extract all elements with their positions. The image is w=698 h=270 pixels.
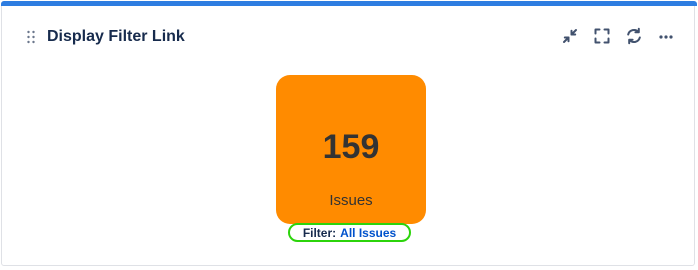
refresh-icon — [625, 27, 643, 45]
gadget-panel: Display Filter Link 159 Issues Filter: A… — [1, 1, 697, 266]
filter-link[interactable]: All Issues — [340, 226, 396, 240]
more-icon — [657, 27, 675, 45]
gadget-accent-bar — [1, 1, 697, 6]
gadget-actions — [560, 26, 676, 46]
issue-count-label: Issues — [329, 192, 373, 209]
filter-prefix: Filter: — [302, 225, 337, 240]
issue-count-tile[interactable]: 159 Issues — [276, 75, 426, 224]
fullscreen-icon — [593, 27, 611, 45]
fullscreen-button[interactable] — [592, 26, 612, 46]
refresh-button[interactable] — [624, 26, 644, 46]
filter-caption: Filter: All Issues — [288, 223, 411, 242]
more-button[interactable] — [656, 26, 676, 46]
gadget-title: Display Filter Link — [47, 28, 185, 45]
minimize-icon — [561, 27, 579, 45]
drag-handle-icon[interactable] — [26, 30, 36, 44]
issue-count: 159 — [322, 128, 380, 166]
minimize-button[interactable] — [560, 26, 580, 46]
